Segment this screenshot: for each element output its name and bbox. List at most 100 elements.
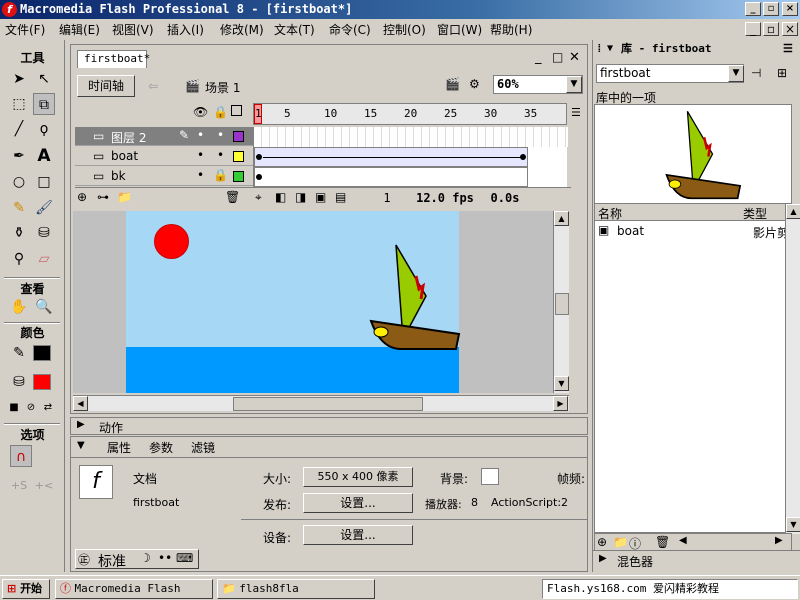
stroke-color-swatch[interactable] [33, 345, 51, 361]
scroll-right-icon[interactable]: ▶ [553, 396, 568, 411]
lock-dot[interactable]: • [217, 128, 224, 142]
menu-help[interactable]: 帮助(H) [490, 21, 532, 38]
frame-row[interactable] [254, 167, 528, 187]
layer-row[interactable]: ▭ 图层 2 ✎ • • [75, 127, 253, 146]
collapse-icon[interactable]: ▼ [607, 40, 613, 58]
add-folder-icon[interactable]: 📁 [117, 190, 132, 204]
minimize-button[interactable]: _ [745, 2, 761, 16]
lasso-tool-icon[interactable]: ϙ [33, 118, 55, 140]
stage-hscroll[interactable]: ◀ ▶ [73, 395, 569, 411]
keyframe-dot[interactable] [256, 174, 262, 180]
smooth-icon[interactable]: +S [8, 475, 30, 497]
timeline-button[interactable]: 时间轴 [77, 75, 135, 97]
chevron-down-icon[interactable]: ▼ [728, 65, 744, 82]
frame-ruler[interactable]: 1 5 10 15 20 25 30 35 [253, 103, 567, 125]
color-mixer-header[interactable]: ▶ 混色器 [593, 550, 800, 570]
scroll-down-icon[interactable]: ▼ [554, 376, 569, 391]
edit-scene-icon[interactable]: 🎬 [445, 77, 460, 91]
visibility-dot[interactable]: • [197, 128, 204, 142]
chevron-down-icon[interactable]: ▼ [566, 76, 582, 93]
snap-magnet-icon[interactable]: ∩ [10, 445, 32, 467]
visibility-dot[interactable]: • [197, 168, 204, 182]
straighten-icon[interactable]: +< [33, 475, 55, 497]
tween-span[interactable] [254, 147, 528, 167]
doc-minimize-icon[interactable]: _ [535, 50, 542, 65]
doc-close-icon[interactable]: ✕ [569, 50, 580, 65]
menu-commands[interactable]: 命令(C) [329, 21, 371, 38]
eraser-tool-icon[interactable]: ▱ [33, 248, 55, 270]
expand-icon[interactable]: ▶ [77, 419, 85, 430]
scroll-left-icon[interactable]: ◀ [679, 535, 687, 546]
menu-text[interactable]: 文本(T) [274, 21, 315, 38]
library-item[interactable]: ▣ boat 影片剪 [595, 222, 791, 241]
device-settings-button[interactable]: 设置... [303, 525, 413, 545]
keyframe-dot[interactable] [256, 154, 262, 160]
publish-settings-button[interactable]: 设置... [303, 493, 413, 513]
arrow-tool-icon[interactable]: ➤ [8, 68, 30, 90]
menu-edit[interactable]: 编辑(E) [59, 21, 100, 38]
menu-modify[interactable]: 修改(M) [220, 21, 264, 38]
stage-area[interactable]: ▲ ▼ [73, 211, 569, 393]
flash-app-icon[interactable]: f [2, 2, 17, 17]
hand-tool-icon[interactable]: ✋ [8, 296, 30, 318]
edit-symbol-icon[interactable]: ⚙ [469, 77, 480, 91]
doc-close-button[interactable]: × [782, 22, 798, 36]
swap-colors-icon[interactable]: ⇄ [37, 397, 59, 419]
pen-tool-icon[interactable]: ✒ [8, 145, 30, 167]
edit-multiple-icon[interactable]: ▣ [315, 190, 326, 204]
tab-filters[interactable]: 滤镜 [191, 439, 215, 456]
ink-bottle-tool-icon[interactable]: ⚱ [8, 222, 30, 244]
text-tool-icon[interactable]: A [33, 145, 55, 167]
start-button[interactable]: ⊞ 开始 [2, 579, 50, 599]
add-guide-icon[interactable]: ⊶ [97, 190, 109, 204]
actions-panel-header[interactable]: ▶ 动作 [70, 417, 588, 435]
lock-icon[interactable]: 🔒 [213, 168, 228, 182]
col-name-header[interactable]: 名称 [598, 205, 622, 222]
ime-toolbar[interactable]: ㊣ 标准 ☽ •• ⌨ [75, 549, 199, 571]
library-vscroll[interactable]: ▲ ▼ [785, 204, 800, 534]
ime-punct-icon[interactable]: •• [158, 551, 172, 565]
add-layer-icon[interactable]: ⊕ [77, 190, 87, 204]
zoom-tool-icon[interactable]: 🔍 [33, 296, 55, 318]
new-symbol-icon[interactable]: ⊕ [597, 535, 607, 549]
center-frame-icon[interactable]: ⌖ [255, 190, 262, 205]
layer-color-swatch[interactable] [233, 171, 244, 182]
menu-insert[interactable]: 插入(I) [167, 21, 204, 38]
trash-icon[interactable]: 🗑 [225, 190, 240, 204]
new-folder-icon[interactable]: 📁 [613, 535, 628, 549]
doc-restore-button[interactable]: ▫ [763, 22, 779, 36]
ime-keyboard-icon[interactable]: ⌨ [176, 551, 193, 565]
layer-row[interactable]: ▭ boat • • [75, 147, 253, 166]
back-arrow-icon[interactable]: ⇦ [148, 79, 158, 93]
scroll-up-icon[interactable]: ▲ [786, 204, 800, 219]
subselect-tool-icon[interactable]: ↖ [33, 68, 55, 90]
menu-control[interactable]: 控制(O) [383, 21, 426, 38]
maximize-button[interactable]: ▫ [763, 2, 779, 16]
ime-mode-label[interactable]: 标准 [98, 551, 126, 571]
line-tool-icon[interactable]: ╱ [8, 118, 30, 140]
frame-grid[interactable] [253, 127, 568, 187]
paint-bucket-tool-icon[interactable]: ⛁ [33, 222, 55, 244]
scroll-thumb[interactable] [233, 397, 423, 411]
col-type-header[interactable]: 类型 [743, 205, 767, 222]
scroll-down-icon[interactable]: ▼ [786, 517, 800, 532]
outline-icon[interactable] [231, 105, 242, 116]
eyedropper-tool-icon[interactable]: ⚲ [8, 248, 30, 270]
frame-row[interactable] [254, 127, 568, 147]
menu-file[interactable]: 文件(F) [5, 21, 45, 38]
timeline-menu-icon[interactable]: ☰ [571, 106, 581, 119]
close-button[interactable]: × [782, 2, 798, 16]
onion-markers-icon[interactable]: ▤ [335, 190, 346, 204]
eye-icon[interactable]: 👁 [193, 105, 208, 119]
boat-graphic[interactable] [361, 241, 461, 351]
scroll-left-icon[interactable]: ◀ [73, 396, 88, 411]
library-header[interactable]: ⁞ ▼ 库 - firstboat ☰ [593, 40, 800, 58]
options-menu-icon[interactable]: ☰ [783, 40, 793, 58]
size-button[interactable]: 550 x 400 像素 [303, 467, 413, 487]
keyframe-dot[interactable] [520, 154, 526, 160]
stage-vscroll[interactable]: ▲ ▼ [553, 211, 569, 393]
expand-icon[interactable]: ▶ [599, 553, 607, 564]
menu-window[interactable]: 窗口(W) [437, 21, 482, 38]
layer-color-swatch[interactable] [233, 151, 244, 162]
visibility-dot[interactable]: • [197, 148, 204, 162]
